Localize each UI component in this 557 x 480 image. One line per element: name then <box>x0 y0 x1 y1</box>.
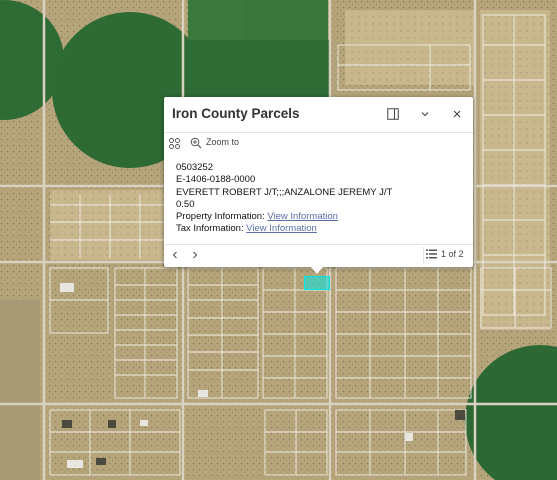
feature-pager[interactable]: 1 of 2 <box>426 249 464 259</box>
parcel-id: 0503252 <box>176 162 213 173</box>
pager-text: 1 of 2 <box>441 249 464 259</box>
popup-footer: 1 of 2 <box>164 244 473 266</box>
tax-info-row: Tax Information: View Information <box>176 223 392 235</box>
dock-button[interactable] <box>383 104 403 124</box>
chevron-down-icon <box>421 112 429 117</box>
zoom-in-icon <box>190 137 202 149</box>
divider <box>423 247 424 263</box>
property-info-row: Property Information: View Information <box>176 211 392 223</box>
previous-feature-button[interactable] <box>168 248 182 262</box>
parcel-popup: Iron County Parcels Zoom to 0503252 E-14… <box>164 97 473 267</box>
popup-title: Iron County Parcels <box>172 106 300 121</box>
grid-icon <box>169 138 180 149</box>
list-icon <box>426 249 437 259</box>
account-number: E-1406-0188-0000 <box>176 174 256 186</box>
popup-header: Iron County Parcels <box>164 97 473 132</box>
close-button[interactable] <box>447 104 467 124</box>
chevron-left-icon <box>172 251 177 259</box>
popup-pointer <box>310 266 324 274</box>
next-feature-button[interactable] <box>188 248 202 262</box>
popup-content: 0503252 E-1406-0188-0000 EVERETT ROBERT … <box>176 162 392 236</box>
close-icon <box>453 110 461 118</box>
property-info-label: Property Information: <box>176 211 265 223</box>
acreage: 0.50 <box>176 198 195 210</box>
collapse-button[interactable] <box>415 104 435 124</box>
chevron-right-icon <box>193 251 198 259</box>
selected-parcel-highlight[interactable] <box>304 276 330 290</box>
tax-info-label: Tax Information: <box>176 223 244 235</box>
dock-icon <box>387 108 399 120</box>
popup-actions: Zoom to <box>164 133 473 153</box>
zoom-to-label[interactable]: Zoom to <box>206 137 239 147</box>
actions-menu-button[interactable] <box>169 136 180 154</box>
owner-names: EVERETT ROBERT J/T;;;ANZALONE JEREMY J/T <box>176 186 393 198</box>
tax-info-link[interactable]: View Information <box>246 223 317 234</box>
property-info-link[interactable]: View Information <box>267 211 338 222</box>
zoom-to-button[interactable] <box>190 136 202 154</box>
